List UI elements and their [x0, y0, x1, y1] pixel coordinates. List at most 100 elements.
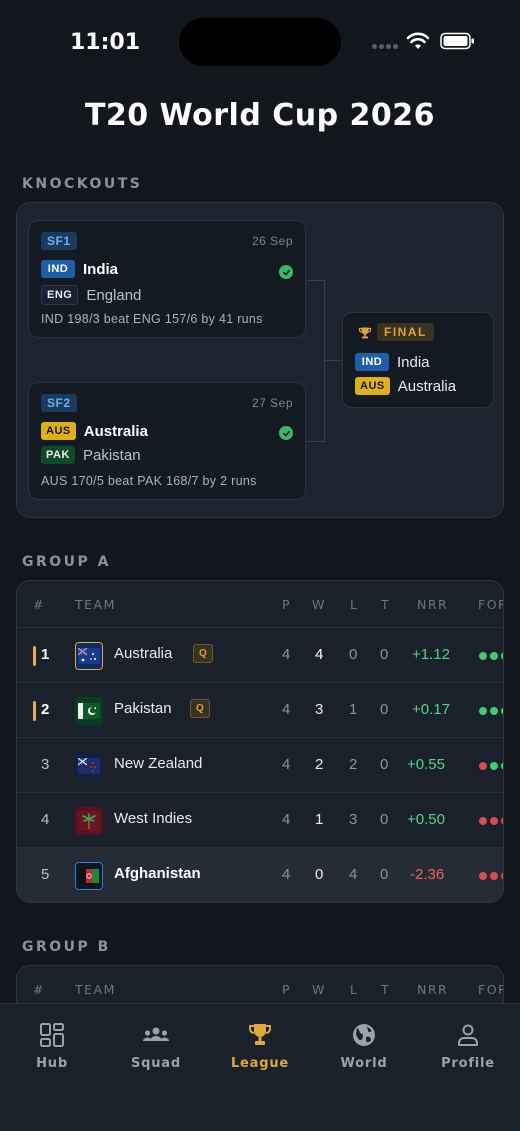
header-won: W: [312, 597, 326, 612]
status-bar: 11:01: [0, 0, 520, 84]
header-played: P: [282, 597, 292, 612]
tab-bar: Hub Squad League World Profile: [0, 1003, 520, 1131]
dashboard-icon: [40, 1023, 64, 1047]
nrr: -2.36: [410, 866, 445, 883]
tab-hub[interactable]: Hub: [0, 1022, 104, 1071]
row-pos: 2: [41, 701, 50, 718]
tab-league[interactable]: League: [208, 1022, 312, 1071]
team-code-badge: PAK: [41, 446, 75, 464]
tied: 0: [380, 866, 389, 883]
tied: 0: [380, 756, 389, 773]
played: 4: [282, 756, 291, 773]
qualified-badge: Q: [190, 699, 210, 718]
nrr: +0.55: [407, 756, 445, 773]
team-code-badge: AUS: [355, 377, 390, 395]
header-pos: #: [33, 982, 45, 997]
semifinal-1-card[interactable]: SF1 26 Sep IND India ENG England IND 198…: [28, 220, 306, 338]
header-lost: L: [350, 597, 359, 612]
table-row[interactable]: 2 Pakistan Q 4 3 1 0 +0.17: [17, 682, 503, 737]
tied: 0: [380, 646, 389, 663]
qualified-indicator: [33, 701, 36, 721]
team-row: PAK Pakistan: [41, 446, 141, 464]
nrr: +0.17: [412, 701, 450, 718]
lost: 3: [349, 811, 358, 828]
match-result: AUS 170/5 beat PAK 168/7 by 2 runs: [41, 474, 257, 488]
final-badge: FINAL: [377, 323, 434, 341]
team-name: Australia: [114, 645, 173, 662]
tab-label: World: [340, 1056, 388, 1071]
team-code-badge: IND: [355, 353, 389, 371]
team-name: Australia: [83, 422, 148, 440]
bracket-connector: [307, 280, 325, 442]
tied: 0: [380, 811, 389, 828]
table-row-selected[interactable]: 5 Afghanistan 4 0 4 0 -2.36: [17, 847, 503, 902]
page-title: T20 World Cup 2026: [84, 98, 436, 133]
header-lost: L: [350, 982, 359, 997]
won: 1: [315, 811, 324, 828]
team-name: India: [83, 260, 119, 278]
row-pos: 4: [41, 811, 50, 828]
qualified-indicator: [33, 646, 36, 666]
match-result: IND 198/3 beat ENG 157/6 by 41 runs: [41, 312, 263, 326]
played: 4: [282, 701, 291, 718]
globe-icon: [353, 1024, 375, 1046]
form-indicator: [479, 652, 503, 660]
battery-icon: [440, 32, 474, 50]
table-row[interactable]: 1 Australia Q 4 4 0 0 +1.12: [17, 627, 503, 682]
tab-profile[interactable]: Profile: [416, 1022, 520, 1071]
team-row: IND India: [355, 353, 430, 371]
semifinal-2-card[interactable]: SF2 27 Sep AUS Australia PAK Pakistan AU…: [28, 382, 306, 500]
won: 0: [315, 866, 324, 883]
group-a-table: # TEAM P W L T NRR FOR 1 Australia Q 4 4…: [16, 580, 504, 903]
played: 4: [282, 646, 291, 663]
person-icon: [458, 1024, 478, 1046]
signal-icon: [372, 44, 398, 49]
form-indicator: [479, 707, 503, 715]
lost: 1: [349, 701, 358, 718]
won: 2: [315, 756, 324, 773]
team-name: Afghanistan: [114, 865, 201, 882]
dynamic-island: [179, 18, 341, 66]
knockouts-label: KNOCKOUTS: [22, 176, 143, 192]
header-team: TEAM: [75, 982, 116, 997]
header-form: FOR: [478, 982, 503, 997]
west-indies-flag-icon: [75, 807, 103, 835]
header-tied: T: [381, 597, 391, 612]
match-date: 27 Sep: [251, 396, 293, 410]
nrr: +1.12: [412, 646, 450, 663]
group-a-label: GROUP A: [22, 554, 112, 570]
table-header: # TEAM P W L T NRR FOR: [17, 581, 503, 627]
lost: 4: [349, 866, 358, 883]
trophy-icon: [358, 327, 372, 339]
team-name: India: [397, 353, 430, 371]
table-row[interactable]: 3 New Zealand 4 2 2 0 +0.55: [17, 737, 503, 792]
team-code-badge: AUS: [41, 422, 76, 440]
team-name: Pakistan: [114, 700, 172, 717]
tab-squad[interactable]: Squad: [104, 1022, 208, 1071]
row-pos: 3: [41, 756, 50, 773]
header-played: P: [282, 982, 292, 997]
team-row-winner: IND India: [41, 260, 118, 278]
bracket-connector: [325, 360, 343, 361]
wifi-icon: [406, 32, 430, 49]
table-row[interactable]: 4 West Indies 4 1 3 0 +0.50: [17, 792, 503, 847]
header-nrr: NRR: [417, 982, 449, 997]
group-b-label: GROUP B: [22, 939, 111, 955]
team-icon: [143, 1027, 169, 1041]
form-indicator: [479, 817, 503, 825]
team-name: New Zealand: [114, 755, 203, 772]
played: 4: [282, 811, 291, 828]
team-name: Australia: [397, 377, 457, 395]
lost: 2: [349, 756, 358, 773]
trophy-icon: [249, 1024, 271, 1045]
pakistan-flag-icon: [75, 697, 103, 725]
header-form: FOR: [478, 597, 503, 612]
winner-check-icon: [279, 265, 293, 279]
final-card[interactable]: FINAL IND India AUS Australia: [342, 312, 494, 408]
header-nrr: NRR: [417, 597, 449, 612]
lost: 0: [349, 646, 358, 663]
team-row: AUS Australia: [355, 377, 456, 395]
team-name: West Indies: [114, 810, 193, 827]
tab-world[interactable]: World: [312, 1022, 416, 1071]
winner-check-icon: [279, 426, 293, 440]
